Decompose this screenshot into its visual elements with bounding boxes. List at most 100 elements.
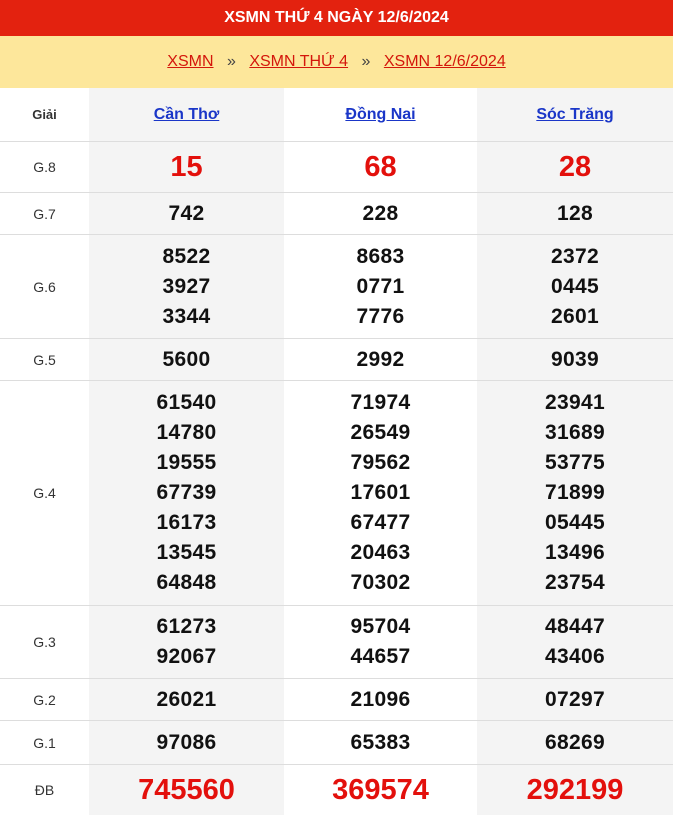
prize-row-g5: G.5 5600 2992 9039 [0, 338, 673, 381]
prize-number: 13496 [545, 541, 605, 564]
table-header-row: Giải Cần Thơ Đồng Nai Sóc Trăng [0, 88, 673, 142]
prize-cell: 68 [284, 141, 477, 193]
prize-label: G.7 [0, 192, 89, 235]
prize-number: 05445 [545, 511, 605, 534]
prize-number: 13545 [156, 541, 217, 564]
prize-number: 2372 [551, 244, 599, 268]
prize-number: 128 [557, 201, 593, 225]
prize-cell: 15 [89, 141, 284, 193]
prize-number: 44657 [350, 645, 411, 668]
prize-number: 7776 [356, 304, 405, 328]
prize-number: 742 [168, 201, 205, 225]
breadcrumb-link-xsmn[interactable]: XSMN [167, 53, 213, 70]
prize-cell: 68269 [477, 720, 673, 765]
prize-number: 31689 [545, 421, 605, 444]
prize-number: 79562 [350, 451, 411, 474]
prize-number: 21096 [350, 687, 411, 711]
prize-row-special: ĐB 745560 369574 292199 [0, 764, 673, 815]
prize-label: G.8 [0, 141, 89, 193]
page-title: XSMN THỨ 4 NGÀY 12/6/2024 [0, 0, 673, 36]
breadcrumb-link-xsmn-date[interactable]: XSMN 12/6/2024 [384, 53, 506, 70]
prize-number: 71899 [545, 481, 605, 504]
prize-number: 15 [170, 151, 203, 183]
prize-number: 26021 [156, 687, 217, 711]
prize-number: 2992 [356, 347, 405, 371]
prize-number: 95704 [350, 615, 411, 638]
prize-number: 20463 [350, 541, 411, 564]
results-page: XSMN THỨ 4 NGÀY 12/6/2024 XSMN » XSMN TH… [0, 0, 673, 815]
prize-row-g6: G.6 8522 3927 3344 8683 0771 7776 2372 0445 2601 [0, 234, 673, 339]
prize-cell: 61273 92067 [89, 605, 284, 679]
results-table: Giải Cần Thơ Đồng Nai Sóc Trăng G.8 15 68 2… [0, 88, 673, 815]
prize-number: 92067 [156, 645, 217, 668]
prize-number: 67739 [156, 481, 217, 504]
breadcrumb: XSMN » XSMN THỨ 4 » XSMN 12/6/2024 [0, 36, 673, 88]
prize-number: 28 [558, 151, 592, 183]
prize-cell: 21096 [284, 678, 477, 721]
prize-cell: 07297 [477, 678, 673, 721]
prize-row-g4: G.4 61540 14780 19555 67739 16173 13545 64848 71… [0, 380, 673, 606]
breadcrumb-separator: » [361, 53, 371, 70]
prize-number: 67477 [350, 511, 411, 534]
prize-label: ĐB [0, 764, 89, 815]
prize-row-g2: G.2 26021 21096 07297 [0, 678, 673, 721]
prize-number: 292199 [526, 774, 624, 806]
prize-number: 16173 [156, 511, 217, 534]
prize-number: 64848 [156, 571, 217, 594]
prize-label: G.4 [0, 380, 89, 606]
prize-cell: 48447 43406 [477, 605, 673, 679]
prize-cell: 8522 3927 3344 [89, 234, 284, 339]
prize-row-g3: G.3 61273 92067 95704 44657 48447 43406 [0, 605, 673, 679]
province-header-can-tho: Cần Thơ [89, 88, 284, 142]
province-link-can-tho[interactable]: Cần Thơ [154, 106, 220, 123]
prize-label: G.2 [0, 678, 89, 721]
breadcrumb-link-xsmn-thu-4[interactable]: XSMN THỨ 4 [249, 53, 348, 70]
breadcrumb-separator: » [226, 53, 236, 70]
prize-number: 43406 [545, 645, 605, 668]
province-link-soc-trang[interactable]: Sóc Trăng [536, 106, 613, 123]
prize-label: G.5 [0, 338, 89, 381]
prize-number: 23754 [545, 571, 605, 594]
province-header-dong-nai: Đồng Nai [284, 88, 477, 142]
prize-number: 0771 [356, 274, 405, 298]
prize-cell: 8683 0771 7776 [284, 234, 477, 339]
prize-number: 23941 [545, 391, 605, 414]
prize-label: G.3 [0, 605, 89, 679]
prize-number: 17601 [350, 481, 411, 504]
prize-cell: 5600 [89, 338, 284, 381]
prize-number: 2601 [551, 304, 599, 328]
prize-number: 3344 [162, 304, 211, 328]
prize-row-g8: G.8 15 68 28 [0, 141, 673, 193]
prize-number: 26549 [350, 421, 411, 444]
prize-cell: 28 [477, 141, 673, 193]
prize-number: 369574 [332, 774, 429, 806]
province-link-dong-nai[interactable]: Đồng Nai [345, 106, 415, 123]
province-header-soc-trang: Sóc Trăng [477, 88, 673, 142]
prize-cell: 128 [477, 192, 673, 235]
prize-number: 8683 [356, 244, 405, 268]
prize-cell: 97086 [89, 720, 284, 765]
prize-cell: 23941 31689 53775 71899 05445 13496 23754 [477, 380, 673, 606]
prize-number: 5600 [162, 347, 211, 371]
prize-number: 14780 [156, 421, 217, 444]
prize-cell: 292199 [477, 764, 673, 815]
prize-cell: 61540 14780 19555 67739 16173 13545 64848 [89, 380, 284, 606]
prize-cell: 742 [89, 192, 284, 235]
prize-number: 61540 [156, 391, 217, 414]
prize-number: 07297 [545, 687, 605, 711]
prize-cell: 95704 44657 [284, 605, 477, 679]
prize-label: G.1 [0, 720, 89, 765]
prize-cell: 745560 [89, 764, 284, 815]
prize-cell: 228 [284, 192, 477, 235]
prize-number: 19555 [156, 451, 217, 474]
prize-column-header: Giải [0, 88, 89, 142]
prize-row-g1: G.1 97086 65383 68269 [0, 720, 673, 765]
prize-cell: 65383 [284, 720, 477, 765]
prize-number: 97086 [156, 730, 217, 754]
prize-number: 61273 [156, 615, 217, 638]
prize-number: 0445 [551, 274, 599, 298]
prize-label: G.6 [0, 234, 89, 339]
prize-number: 65383 [350, 730, 411, 754]
prize-number: 70302 [350, 571, 411, 594]
prize-number: 48447 [545, 615, 605, 638]
